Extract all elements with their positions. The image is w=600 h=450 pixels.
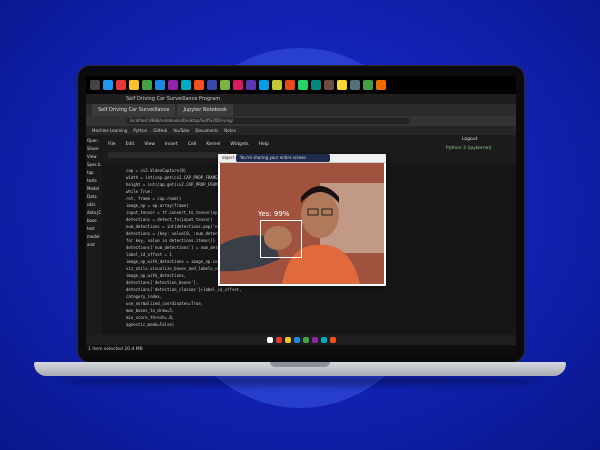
sidebar-item[interactable]: Share <box>87 146 101 151</box>
logout-button[interactable]: Logout <box>462 137 477 142</box>
sidebar-item[interactable]: Model <box>87 186 101 191</box>
bookmark[interactable]: Notes <box>224 126 236 135</box>
app-icon[interactable] <box>324 80 334 90</box>
laptop-notch <box>270 362 330 367</box>
app-icon[interactable] <box>90 80 100 90</box>
menu-cell[interactable]: Cell <box>188 142 196 147</box>
browser-tabs: Self Driving Car Surveillance Jupyter No… <box>86 104 516 116</box>
sidebar-item[interactable]: tests <box>87 178 101 183</box>
app-icon[interactable] <box>194 80 204 90</box>
sidebar-item[interactable]: Open <box>87 138 101 143</box>
sidebar-item[interactable]: utils <box>87 202 101 207</box>
bookmarks-bar: Machine Learning Python GitHub YouTube D… <box>86 126 516 135</box>
laptop-shadow <box>60 376 540 386</box>
webcam-feed: Yes: 99% <box>220 163 384 284</box>
bookmark[interactable]: GitHub <box>153 126 167 135</box>
code-line: ret, frame = cap.read() <box>126 196 182 201</box>
menu-help[interactable]: Help <box>259 142 269 147</box>
sidebar-item[interactable]: data.JC <box>87 210 101 215</box>
sidebar-item[interactable]: test <box>87 226 101 231</box>
app-icon[interactable] <box>320 337 327 343</box>
app-icon[interactable] <box>129 80 139 90</box>
file-sidebar: Open Share View Spec.b top tests Model D… <box>86 135 102 335</box>
app-icon[interactable] <box>337 80 347 90</box>
sidebar-item[interactable]: top <box>87 170 101 175</box>
kernel-indicator: Python 3 (ipykernel) <box>446 146 492 151</box>
bookmark[interactable]: Python <box>133 126 147 135</box>
app-icon[interactable] <box>259 80 269 90</box>
app-icon[interactable] <box>181 80 191 90</box>
status-bar: 1 item selected 20.4 MB <box>86 345 516 354</box>
sidebar-item[interactable]: and <box>87 242 101 247</box>
app-icon[interactable] <box>116 80 126 90</box>
menu-edit[interactable]: Edit <box>126 142 135 147</box>
app-icon[interactable] <box>376 80 386 90</box>
app-icon[interactable] <box>103 80 113 90</box>
app-icon[interactable] <box>285 80 295 90</box>
menu-widgets[interactable]: Widgets <box>230 142 248 147</box>
app-icon[interactable] <box>155 80 165 90</box>
code-line: detections['detection_boxes'], <box>126 280 199 285</box>
code-line: image_np = np.array(frame) <box>126 203 189 208</box>
code-line: category_index, <box>126 294 163 299</box>
code-line: cap = cv2.VideoCapture(0) <box>126 168 187 173</box>
app-icon[interactable] <box>350 80 360 90</box>
app-icon[interactable] <box>233 80 243 90</box>
bookmark[interactable]: Documents <box>195 126 218 135</box>
code-line: for key, value in detections.items()} <box>126 238 216 243</box>
detection-box <box>260 220 302 258</box>
webcam-window[interactable]: object detection Yes: 99% <box>218 154 386 286</box>
code-line: use_normalized_coordinates=True, <box>126 301 204 306</box>
screen-share-banner[interactable]: You're sharing your entire screen <box>236 154 330 162</box>
app-icon[interactable] <box>272 80 282 90</box>
detection-label: Yes: 99% <box>258 210 290 218</box>
app-icon[interactable] <box>168 80 178 90</box>
code-line: min_score_thresh=.8, <box>126 315 175 320</box>
app-icon[interactable] <box>311 80 321 90</box>
app-icon[interactable] <box>246 80 256 90</box>
jupyter-toolbar[interactable] <box>108 152 228 158</box>
code-line: image_np_with_detections, <box>126 273 187 278</box>
app-icon[interactable] <box>302 337 309 343</box>
person-illustration <box>220 163 384 284</box>
app-icon[interactable] <box>363 80 373 90</box>
browser-title: Self Driving Car Surveillance Program <box>86 94 516 104</box>
app-taskbar <box>86 76 516 94</box>
tab-surveillance[interactable]: Self Driving Car Surveillance <box>92 104 176 116</box>
code-line: max_boxes_to_draw=5, <box>126 308 175 313</box>
app-icon[interactable] <box>284 337 291 343</box>
sidebar-item[interactable]: Data <box>87 194 101 199</box>
code-line: agnostic_mode=False) <box>126 322 175 327</box>
menu-file[interactable]: File <box>108 142 116 147</box>
app-icon[interactable] <box>220 80 230 90</box>
code-line: while True: <box>126 189 153 194</box>
app-icon[interactable] <box>142 80 152 90</box>
code-line: detections = detect_fn(input_tensor) <box>126 217 213 222</box>
code-line: image_np_with_detections = image_np.copy… <box>126 259 228 264</box>
tab-jupyter[interactable]: Jupyter Notebook <box>177 104 233 116</box>
bookmark[interactable]: YouTube <box>173 126 189 135</box>
sidebar-item[interactable]: Spec.b <box>87 162 101 167</box>
app-icon[interactable] <box>329 337 336 343</box>
app-icon[interactable] <box>298 80 308 90</box>
bookmark[interactable]: Machine Learning <box>92 126 127 135</box>
menu-view[interactable]: View <box>144 142 155 147</box>
code-line: detections['detection_classes']+label_id… <box>126 287 242 292</box>
windows-taskbar <box>86 335 516 345</box>
app-icon[interactable] <box>293 337 300 343</box>
address-input[interactable]: localhost:8888/notebooks/Desktop/Self%20… <box>126 118 410 124</box>
sidebar-item[interactable]: model <box>87 234 101 239</box>
sidebar-item[interactable]: View <box>87 154 101 159</box>
laptop-screen: Self Driving Car Surveillance Program Se… <box>86 76 516 354</box>
menu-insert[interactable]: Insert <box>165 142 178 147</box>
app-icon[interactable] <box>275 337 282 343</box>
app-icon[interactable] <box>311 337 318 343</box>
jupyter-menu: File Edit View Insert Cell Kernel Widget… <box>108 142 269 147</box>
code-line: label_id_offset = 1 <box>126 252 172 257</box>
sidebar-item[interactable]: base <box>87 218 101 223</box>
start-icon[interactable] <box>266 337 273 343</box>
menu-kernel[interactable]: Kernel <box>206 142 220 147</box>
app-icon[interactable] <box>207 80 217 90</box>
